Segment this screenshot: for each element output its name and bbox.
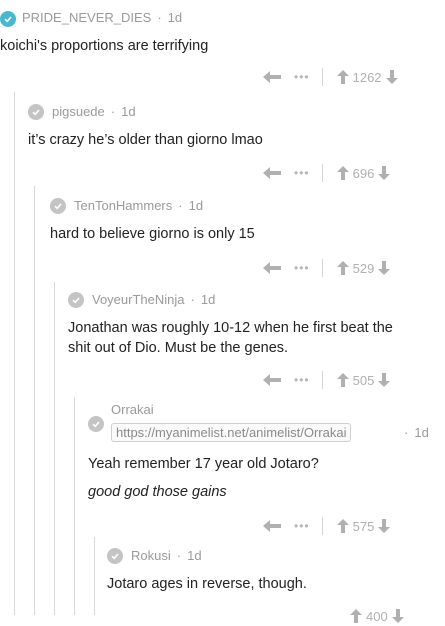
vote-score: 1262 <box>352 69 382 85</box>
upvote-icon[interactable] <box>336 373 349 387</box>
comment-text-line-2: shit out of Dio. Must be the genes. <box>68 340 289 356</box>
comment-age: 1d <box>167 10 183 25</box>
username[interactable]: pigsuede <box>52 104 105 119</box>
more-options-icon[interactable]: ••• <box>294 261 310 275</box>
comment-actions: ••• 1262 <box>262 67 398 87</box>
thread-line-4 <box>74 397 75 615</box>
thread-line-2 <box>34 186 35 615</box>
comment-text: Jotaro ages in reverse, though. <box>107 576 307 592</box>
more-options-icon[interactable]: ••• <box>294 519 310 533</box>
downvote-icon[interactable] <box>378 373 391 387</box>
upvote-icon[interactable] <box>336 70 349 84</box>
comment-actions-partial: 400 <box>350 606 404 626</box>
more-options-icon[interactable]: ••• <box>294 373 310 387</box>
comment-text-line-1: Jonathan was roughly 10-12 when he first… <box>68 320 393 336</box>
downvote-icon[interactable] <box>385 70 398 84</box>
username[interactable]: Orrakai <box>111 402 154 417</box>
username[interactable]: PRIDE_NEVER_DIES <box>22 10 151 25</box>
comment-text: hard to believe giorno is only 15 <box>50 226 255 242</box>
downvote-icon[interactable] <box>378 261 391 275</box>
comment-age: 1d <box>414 425 429 440</box>
comment-text: Yeah remember 17 year old Jotaro? <box>88 456 319 472</box>
upvote-icon[interactable] <box>336 519 349 533</box>
reply-icon[interactable] <box>262 166 282 180</box>
comment-actions: ••• 529 <box>262 258 391 278</box>
comment-text: koichi's proportions are terrifying <box>0 38 209 54</box>
divider <box>321 259 323 277</box>
thread-line-5 <box>94 537 95 615</box>
divider <box>321 517 323 535</box>
user-flair-link[interactable]: https://myanimelist.net/animelist/Orraka… <box>111 423 352 442</box>
upvote-icon[interactable] <box>336 166 349 180</box>
check-icon <box>88 416 104 432</box>
comment-age: 1d <box>188 198 204 213</box>
verified-check-icon <box>0 11 16 27</box>
reply-icon[interactable] <box>262 261 282 275</box>
thread-line-1 <box>14 92 15 615</box>
check-icon <box>50 198 66 214</box>
upvote-icon[interactable] <box>336 261 349 275</box>
reply-icon[interactable] <box>262 373 282 387</box>
check-icon <box>68 292 84 308</box>
comment-actions: ••• 575 <box>262 516 391 536</box>
comment-text-italic: good god those gains <box>88 484 227 500</box>
vote-score: 505 <box>352 372 375 388</box>
divider <box>321 371 323 389</box>
more-options-icon[interactable]: ••• <box>294 166 310 180</box>
reply-icon[interactable] <box>262 519 282 533</box>
vote-score: 696 <box>352 165 375 181</box>
vote-score: 529 <box>352 260 375 276</box>
divider <box>321 164 323 182</box>
downvote-icon[interactable] <box>378 166 391 180</box>
comment-actions: ••• 505 <box>262 370 391 390</box>
username[interactable]: VoyeurTheNinja <box>92 292 185 307</box>
vote-score: 400 <box>366 608 388 624</box>
comment-actions: ••• 696 <box>262 163 391 183</box>
divider <box>321 68 323 86</box>
check-icon <box>28 104 44 120</box>
check-icon <box>107 548 123 564</box>
reply-icon[interactable] <box>262 70 282 84</box>
downvote-icon[interactable] <box>391 609 404 623</box>
comment-age: 1d <box>187 548 202 563</box>
more-options-icon[interactable]: ••• <box>294 70 310 84</box>
username[interactable]: Rokusi <box>131 548 171 563</box>
vote-score: 575 <box>352 518 375 534</box>
thread-line-3 <box>54 282 55 615</box>
comment-text: it’s crazy he’s older than giorno lmao <box>28 132 263 148</box>
username[interactable]: TenTonHammers <box>74 198 172 213</box>
comment-age: 1d <box>121 104 136 119</box>
downvote-icon[interactable] <box>378 519 391 533</box>
upvote-icon[interactable] <box>350 609 362 623</box>
comment-age: 1d <box>200 292 216 307</box>
